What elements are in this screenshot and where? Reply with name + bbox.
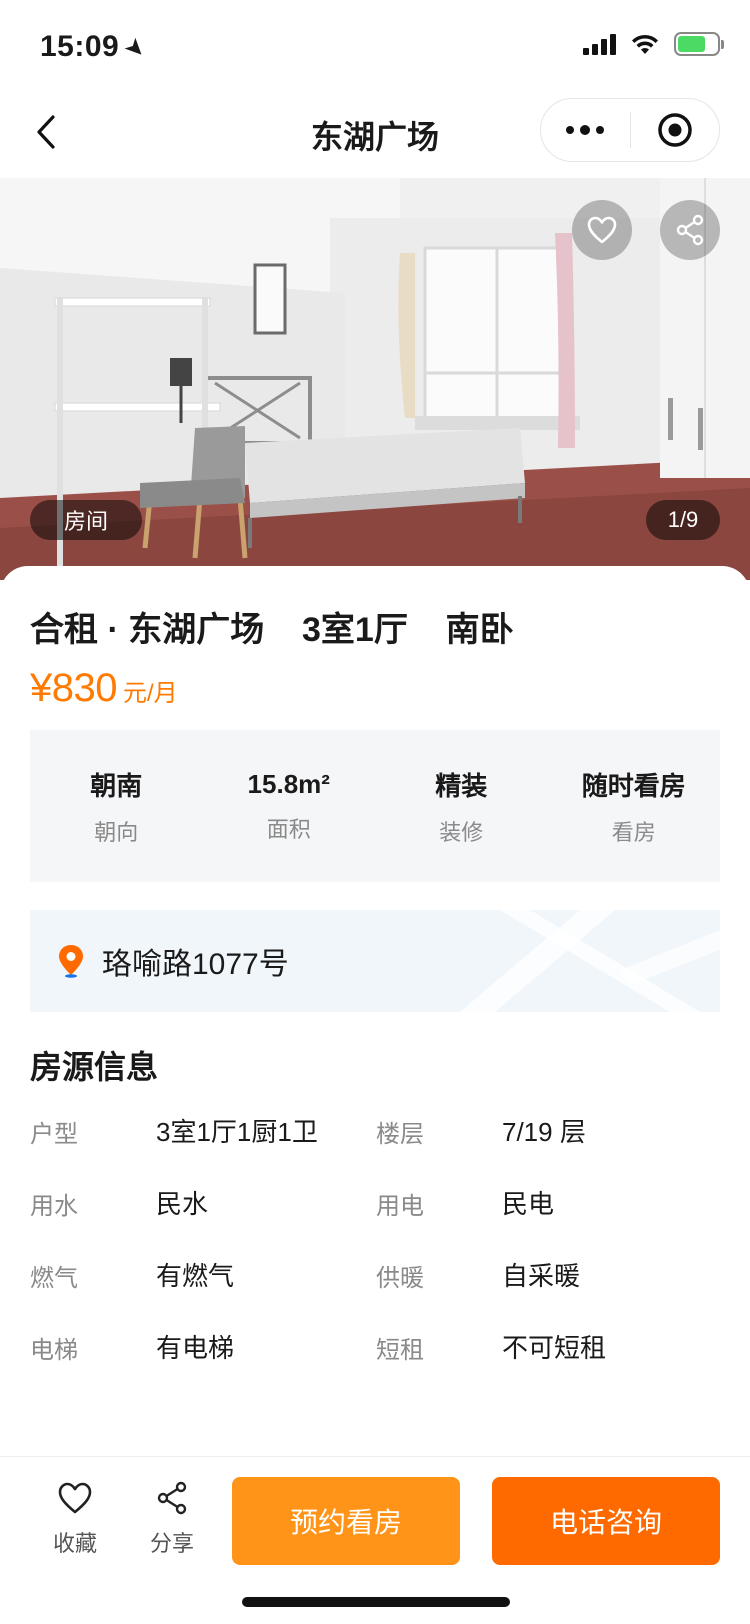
info-label: 楼层: [376, 1121, 424, 1148]
info-row: 用水 民水 用电 民电: [30, 1178, 720, 1250]
info-value: 民水: [156, 1189, 209, 1219]
miniprogram-capsule: [540, 98, 720, 162]
fact-label: 看房: [611, 819, 656, 845]
share-photo-button[interactable]: [660, 200, 720, 260]
fact-label: 朝向: [94, 819, 139, 845]
info-value: 不可短租: [502, 1333, 607, 1363]
fact-orientation: 朝南 朝向: [30, 766, 203, 847]
target-circle-icon: [658, 113, 692, 147]
wifi-icon: [632, 34, 658, 54]
more-dots-icon: [566, 125, 605, 135]
more-button[interactable]: [541, 99, 630, 161]
info-label: 用水: [30, 1193, 78, 1220]
status-icons: [583, 32, 724, 56]
address-text: 珞喻路1077号: [102, 948, 289, 981]
phone-consult-button[interactable]: 电话咨询: [492, 1477, 720, 1565]
info-value: 民电: [502, 1189, 555, 1219]
info-value: 3室1厅1厨1卫: [156, 1117, 318, 1147]
heart-icon: [58, 1482, 92, 1514]
address-card[interactable]: 珞喻路1077号: [30, 910, 720, 1012]
info-label: 户型: [30, 1121, 78, 1148]
price-row: ¥830 元/月: [30, 666, 178, 711]
status-time: 15:09➤: [40, 30, 152, 65]
favorite-button[interactable]: 收藏: [40, 1481, 110, 1558]
fact-label: 装修: [439, 819, 484, 845]
bottom-action-bar: 收藏 分享 预约看房 电话咨询: [0, 1456, 750, 1624]
fact-area: 15.8m² 面积: [203, 769, 376, 844]
map-background: [460, 910, 720, 1012]
location-pin-icon: [59, 945, 83, 978]
share-icon: [157, 1481, 187, 1515]
share-label: 分享: [149, 1531, 194, 1556]
price-unit: 元/月: [122, 680, 178, 707]
info-value: 7/19 层: [502, 1117, 586, 1147]
info-value: 有燃气: [156, 1261, 235, 1291]
info-label: 短租: [376, 1337, 424, 1364]
favorite-label: 收藏: [52, 1531, 97, 1556]
home-indicator[interactable]: [242, 1597, 510, 1607]
fact-viewing: 随时看房 看房: [548, 766, 721, 847]
status-bar: 15:09➤: [0, 0, 750, 88]
chevron-left-icon: [37, 115, 55, 149]
price: ¥830: [30, 666, 117, 710]
info-value: 自采暖: [502, 1261, 581, 1291]
info-label: 燃气: [30, 1265, 78, 1292]
house-info-grid: 户型 3室1厅1厨1卫 楼层 7/19 层 用水 民水 用电 民电 燃气 有燃气…: [30, 1106, 720, 1394]
status-time-text: 15:09: [40, 30, 120, 63]
info-label: 供暖: [376, 1265, 424, 1292]
battery-icon: [674, 32, 724, 56]
nav-bar: 东湖广场: [0, 88, 750, 176]
info-value: 有电梯: [156, 1333, 235, 1363]
book-viewing-button[interactable]: 预约看房: [232, 1477, 460, 1565]
info-label: 电梯: [30, 1337, 78, 1364]
photo-carousel[interactable]: 房间 1/9: [0, 178, 750, 580]
photo-counter: 1/9: [646, 500, 720, 540]
heart-icon: [587, 216, 617, 244]
close-miniprogram-button[interactable]: [631, 99, 720, 161]
share-icon: [676, 214, 704, 246]
fact-value: 朝南: [90, 770, 143, 801]
listing-title: 合租 · 东湖广场 3室1厅 南卧: [30, 611, 514, 649]
info-row: 燃气 有燃气 供暖 自采暖: [30, 1250, 720, 1322]
location-arrow-icon: ➤: [118, 31, 153, 66]
section-title-house-info: 房源信息: [30, 1049, 159, 1085]
key-facts: 朝南 朝向 15.8m² 面积 精装 装修 随时看房 看房: [30, 730, 720, 882]
fact-value: 随时看房: [581, 770, 686, 801]
fact-label: 面积: [266, 816, 311, 842]
favorite-photo-button[interactable]: [572, 200, 632, 260]
fact-value: 15.8m²: [247, 768, 330, 799]
share-button[interactable]: 分享: [137, 1481, 207, 1558]
back-button[interactable]: [24, 108, 68, 156]
photo-category-tag[interactable]: 房间: [30, 500, 142, 540]
fact-decoration: 精装 装修: [375, 766, 548, 847]
fact-value: 精装: [435, 770, 488, 801]
cellular-signal-icon: [583, 33, 616, 55]
info-label: 用电: [376, 1193, 424, 1220]
info-row: 户型 3室1厅1厨1卫 楼层 7/19 层: [30, 1106, 720, 1178]
info-row: 电梯 有电梯 短租 不可短租: [30, 1322, 720, 1394]
